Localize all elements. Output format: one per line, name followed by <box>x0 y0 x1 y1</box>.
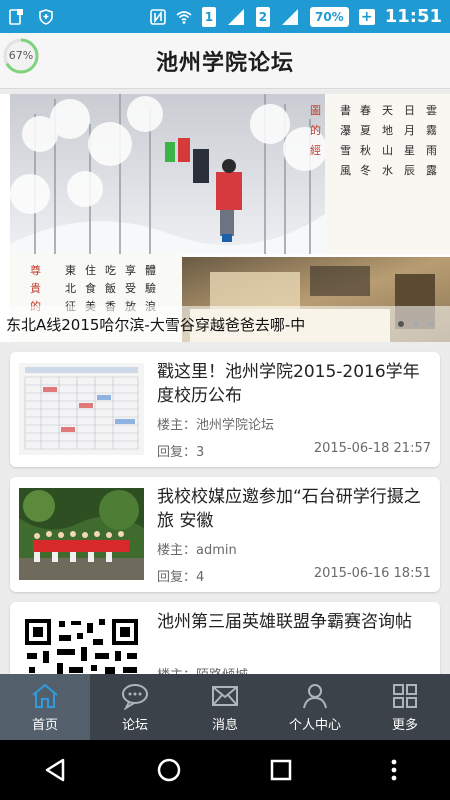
svg-text:雲: 雲 <box>426 104 437 117</box>
system-nav-bar <box>0 740 450 800</box>
tab-label: 个人中心 <box>288 717 341 733</box>
svg-text:東: 東 <box>65 264 76 277</box>
svg-text:飯: 飯 <box>105 281 116 295</box>
svg-text:的: 的 <box>310 123 321 137</box>
app-header: 67% 池州学院论坛 <box>0 33 450 89</box>
svg-text:星: 星 <box>404 144 415 157</box>
post-date: 2015-06-18 21:57 <box>313 441 431 456</box>
shield-icon <box>39 8 53 25</box>
signal-icon <box>227 8 244 25</box>
svg-text:受: 受 <box>125 282 136 295</box>
svg-text:秋: 秋 <box>360 143 371 157</box>
svg-text:夏: 夏 <box>360 124 371 137</box>
carousel-dot[interactable] <box>428 321 434 327</box>
charging-icon: + <box>358 8 375 25</box>
battery-indicator: 70% <box>309 6 349 27</box>
svg-text:月: 月 <box>404 124 415 137</box>
signal-icon <box>281 8 298 25</box>
svg-text:享: 享 <box>125 263 136 277</box>
calendar-table-image <box>19 363 144 455</box>
tab-forum[interactable]: 论坛 <box>90 674 180 740</box>
tab-profile[interactable]: 个人中心 <box>270 674 360 740</box>
page-title: 池州学院论坛 <box>155 50 294 76</box>
svg-text:雨: 雨 <box>426 144 437 157</box>
svg-text:霧: 霧 <box>426 124 437 137</box>
svg-text:春: 春 <box>360 104 371 117</box>
svg-text:露: 露 <box>426 164 437 177</box>
svg-text:北: 北 <box>65 282 76 295</box>
carousel-dot[interactable] <box>413 321 419 327</box>
post-date: 2015-06-16 18:51 <box>313 566 431 581</box>
progress-percent: 67% <box>8 49 34 62</box>
post-title: 我校校媒应邀参加“石台研学行摄之旅 安徽 <box>157 487 421 531</box>
grid-icon <box>393 683 417 708</box>
svg-text:雪: 雪 <box>340 144 351 157</box>
carousel-dot[interactable] <box>398 321 404 327</box>
svg-text:辰: 辰 <box>404 164 415 177</box>
svg-text:書: 書 <box>340 103 351 117</box>
post-thumbnail <box>19 363 144 455</box>
post-title: 戳这里！池州学院2015-2016学年度校历公布 <box>157 362 420 406</box>
nfc-icon <box>150 8 166 25</box>
tab-label: 更多 <box>391 717 418 733</box>
post-thumbnail <box>19 488 144 580</box>
carousel-dots <box>398 321 434 327</box>
home-icon <box>32 683 58 708</box>
bottom-nav: 首页 论坛 消息 个人中心 更多 <box>0 674 450 740</box>
svg-text:尊: 尊 <box>30 263 41 277</box>
post-card[interactable]: 戳这里！池州学院2015-2016学年度校历公布 楼主：池州学院论坛 回复：3 … <box>10 352 440 467</box>
banner-caption-text: 东北A线2015哈尔滨-大雪谷穿越爸爸去哪-中 <box>6 315 306 334</box>
back-icon[interactable] <box>41 755 71 785</box>
svg-text:冬: 冬 <box>360 163 371 177</box>
svg-text:水: 水 <box>382 164 393 177</box>
sim2-badge: 2 <box>255 6 270 27</box>
status-bar: 1 2 70% + 11:51 <box>0 0 450 33</box>
clock: 11:51 <box>384 6 442 27</box>
svg-text:經: 經 <box>310 143 321 157</box>
banner-carousel[interactable]: 書瀑雪風 春夏秋冬 天地山水 日月星辰 雲霧雨露 圖的經 東北征 住食美 吃飯香… <box>0 94 450 342</box>
svg-text:吃: 吃 <box>105 264 116 277</box>
svg-text:貴: 貴 <box>30 281 41 295</box>
post-author: 楼主：admin <box>157 543 237 558</box>
svg-text:圖: 圖 <box>310 104 321 117</box>
mail-icon <box>212 685 238 706</box>
svg-text:食: 食 <box>85 281 96 295</box>
person-icon <box>303 683 327 708</box>
svg-text:日: 日 <box>404 104 415 117</box>
phone-icon <box>9 8 23 25</box>
svg-text:山: 山 <box>382 144 393 157</box>
banner-caption: 东北A线2015哈尔滨-大雪谷穿越爸爸去哪-中 <box>0 306 450 342</box>
post-card[interactable]: 我校校媒应邀参加“石台研学行摄之旅 安徽 楼主：admin 回复：4 2015-… <box>10 477 440 592</box>
home-button-icon[interactable] <box>154 755 184 785</box>
svg-text:驗: 驗 <box>145 281 156 295</box>
tab-home[interactable]: 首页 <box>0 674 90 740</box>
tab-label: 首页 <box>31 717 58 733</box>
tab-more[interactable]: 更多 <box>360 674 450 740</box>
post-replies: 回复：3 <box>157 445 205 460</box>
post-author: 楼主：池州学院论坛 <box>157 418 275 433</box>
svg-text:瀑: 瀑 <box>340 124 351 137</box>
tab-label: 论坛 <box>121 717 148 733</box>
tab-label: 消息 <box>211 717 238 733</box>
tab-messages[interactable]: 消息 <box>180 674 270 740</box>
svg-text:地: 地 <box>382 124 393 137</box>
svg-text:體: 體 <box>145 264 156 277</box>
wifi-icon <box>176 10 192 24</box>
svg-text:天: 天 <box>382 104 393 117</box>
sim1-badge: 1 <box>201 6 216 27</box>
post-list: 戳这里！池州学院2015-2016学年度校历公布 楼主：池州学院论坛 回复：3 … <box>10 352 440 727</box>
banner-image: 書瀑雪風 春夏秋冬 天地山水 日月星辰 雲霧雨露 圖的經 東北征 住食美 吃飯香… <box>10 94 450 342</box>
post-title: 池州第三届英雄联盟争霸赛咨询帖 <box>157 612 412 632</box>
progress-ring: 67% <box>3 38 39 74</box>
group-photo-image <box>19 488 144 580</box>
chat-bubble-icon <box>122 683 148 710</box>
svg-text:住: 住 <box>85 263 96 277</box>
post-replies: 回复：4 <box>157 570 205 585</box>
overflow-menu-icon[interactable] <box>379 755 409 785</box>
recents-icon[interactable] <box>266 755 296 785</box>
svg-text:風: 風 <box>340 164 351 177</box>
